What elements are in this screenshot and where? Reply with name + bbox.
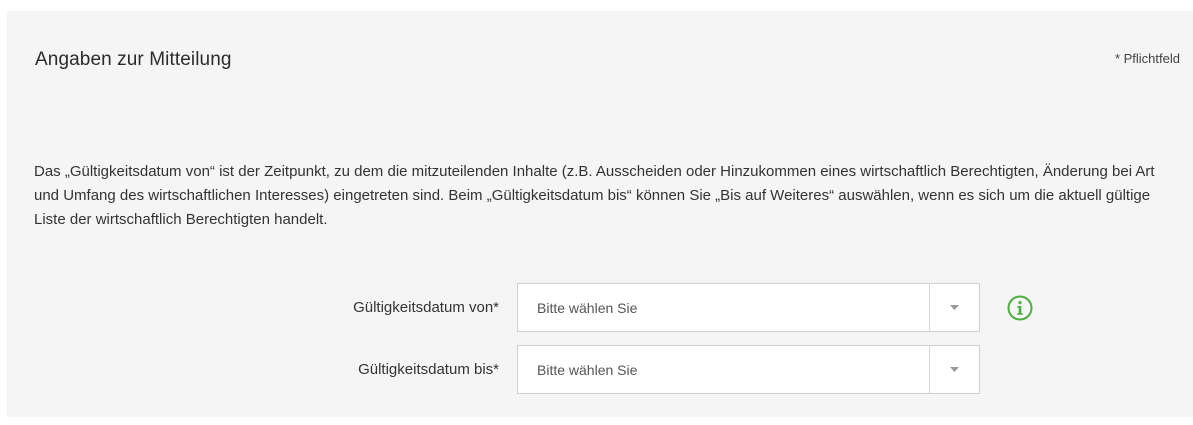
caret-down-icon[interactable] xyxy=(930,346,979,393)
valid-to-row: Gültigkeitsdatum bis* Bitte wählen Sie xyxy=(7,345,1193,394)
required-field-note: * Pflichtfeld xyxy=(1114,51,1180,66)
valid-from-select[interactable]: Bitte wählen Sie xyxy=(517,283,980,332)
info-circle-icon[interactable] xyxy=(1007,295,1033,321)
valid-to-select[interactable]: Bitte wählen Sie xyxy=(517,345,980,394)
valid-to-label: Gültigkeitsdatum bis* xyxy=(358,361,499,378)
notification-details-panel: Angaben zur Mitteilung * Pflichtfeld Das… xyxy=(7,11,1193,417)
valid-from-row: Gültigkeitsdatum von* Bitte wählen Sie xyxy=(7,283,1193,332)
valid-from-label: Gültigkeitsdatum von* xyxy=(353,299,499,316)
section-title: Angaben zur Mitteilung xyxy=(35,49,232,70)
valid-to-select-value: Bitte wählen Sie xyxy=(537,362,638,378)
valid-from-select-value: Bitte wählen Sie xyxy=(537,300,638,316)
section-description: Das „Gültigkeitsdatum von“ ist der Zeitp… xyxy=(34,163,1155,228)
caret-down-icon[interactable] xyxy=(930,284,979,331)
